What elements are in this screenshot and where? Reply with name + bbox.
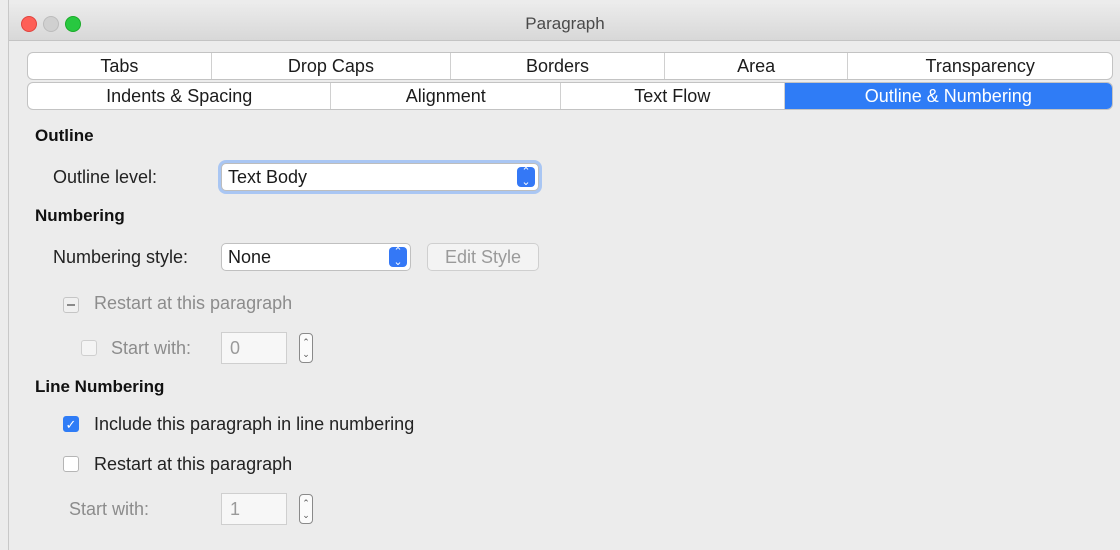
line-restart-label: Restart at this paragraph [94, 454, 293, 474]
spinner-arrows-icon[interactable]: ⌃ ⌄ [299, 494, 313, 524]
line-start-with-label: Start with: [69, 499, 150, 519]
numbering-heading: Numbering [35, 206, 125, 225]
window-title: Paragraph [525, 14, 605, 33]
tab-borders[interactable]: Borders [451, 53, 665, 79]
include-line-numbering-checkbox[interactable]: ✓ [63, 416, 79, 432]
edit-style-button[interactable]: Edit Style [427, 243, 539, 271]
chevron-up-down-icon: ⌃ ⌄ [517, 167, 535, 188]
line-start-with-field[interactable]: 1 [221, 493, 287, 525]
tab-tabs[interactable]: Tabs [28, 53, 212, 79]
numbering-style-label: Numbering style: [53, 247, 189, 267]
tab-indents-spacing[interactable]: Indents & Spacing [28, 83, 332, 109]
numbering-restart-label: Restart at this paragraph [94, 293, 293, 313]
spinner-arrows-icon[interactable]: ⌃ ⌄ [299, 333, 313, 363]
paragraph-dialog: Paragraph Tabs Drop Caps Borders Area Tr… [8, 0, 1120, 550]
numbering-start-with-checkbox[interactable] [81, 340, 97, 356]
include-line-numbering-label: Include this paragraph in line numbering [94, 414, 415, 434]
line-restart-checkbox[interactable] [63, 456, 79, 472]
outline-heading: Outline [35, 126, 94, 145]
outline-level-select[interactable]: Text Body ⌃ ⌄ [221, 163, 539, 191]
tab-row-1: Tabs Drop Caps Borders Area Transparency [27, 52, 1113, 80]
tab-area[interactable]: Area [665, 53, 849, 79]
numbering-start-with-field[interactable]: 0 [221, 332, 287, 364]
numbering-style-select[interactable]: None ⌃ ⌄ [221, 243, 411, 271]
outline-level-value: Text Body [228, 167, 308, 187]
title-bar: Paragraph [9, 4, 1120, 41]
tab-transparency[interactable]: Transparency [848, 53, 1112, 79]
tab-alignment[interactable]: Alignment [331, 83, 562, 109]
line-numbering-heading: Line Numbering [35, 377, 165, 396]
tab-text-flow[interactable]: Text Flow [561, 83, 785, 109]
tab-drop-caps[interactable]: Drop Caps [212, 53, 452, 79]
numbering-style-value: None [228, 247, 272, 267]
chevron-up-down-icon: ⌃ ⌄ [389, 247, 407, 268]
checkmark-icon: ✓ [65, 417, 77, 432]
outline-level-label: Outline level: [53, 167, 158, 187]
numbering-restart-checkbox[interactable] [63, 297, 79, 313]
tab-outline-numbering[interactable]: Outline & Numbering [784, 83, 1112, 109]
numbering-start-with-label: Start with: [111, 338, 192, 358]
tab-row-2: Indents & Spacing Alignment Text Flow Ou… [27, 82, 1113, 110]
